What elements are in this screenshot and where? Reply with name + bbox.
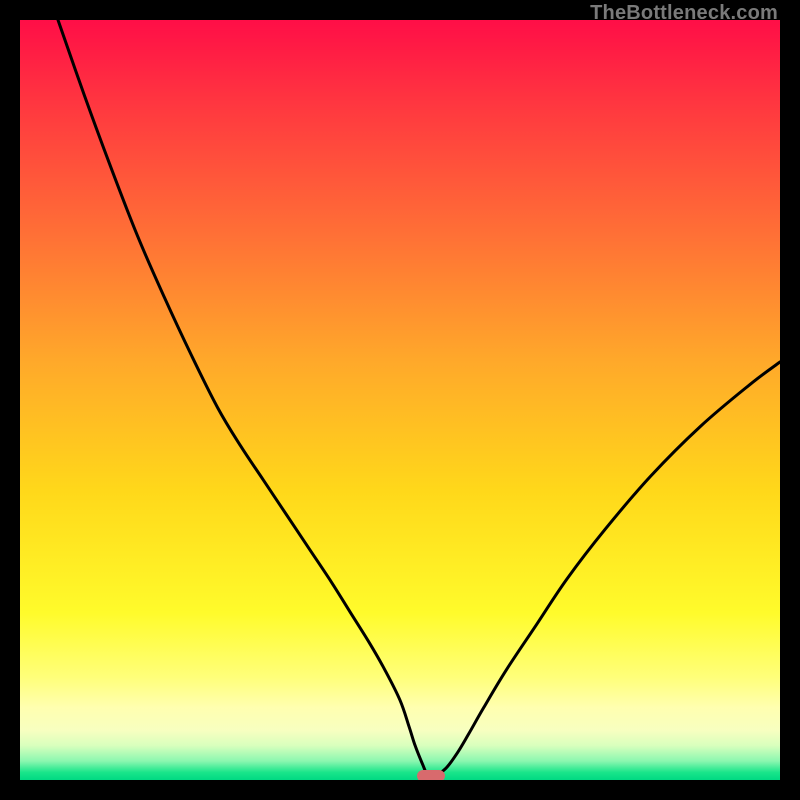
- minimum-marker: [417, 770, 445, 780]
- chart-stage: TheBottleneck.com: [0, 0, 800, 800]
- bottleneck-curve: [58, 20, 780, 777]
- curve-layer: [20, 20, 780, 780]
- plot-area: [20, 20, 780, 780]
